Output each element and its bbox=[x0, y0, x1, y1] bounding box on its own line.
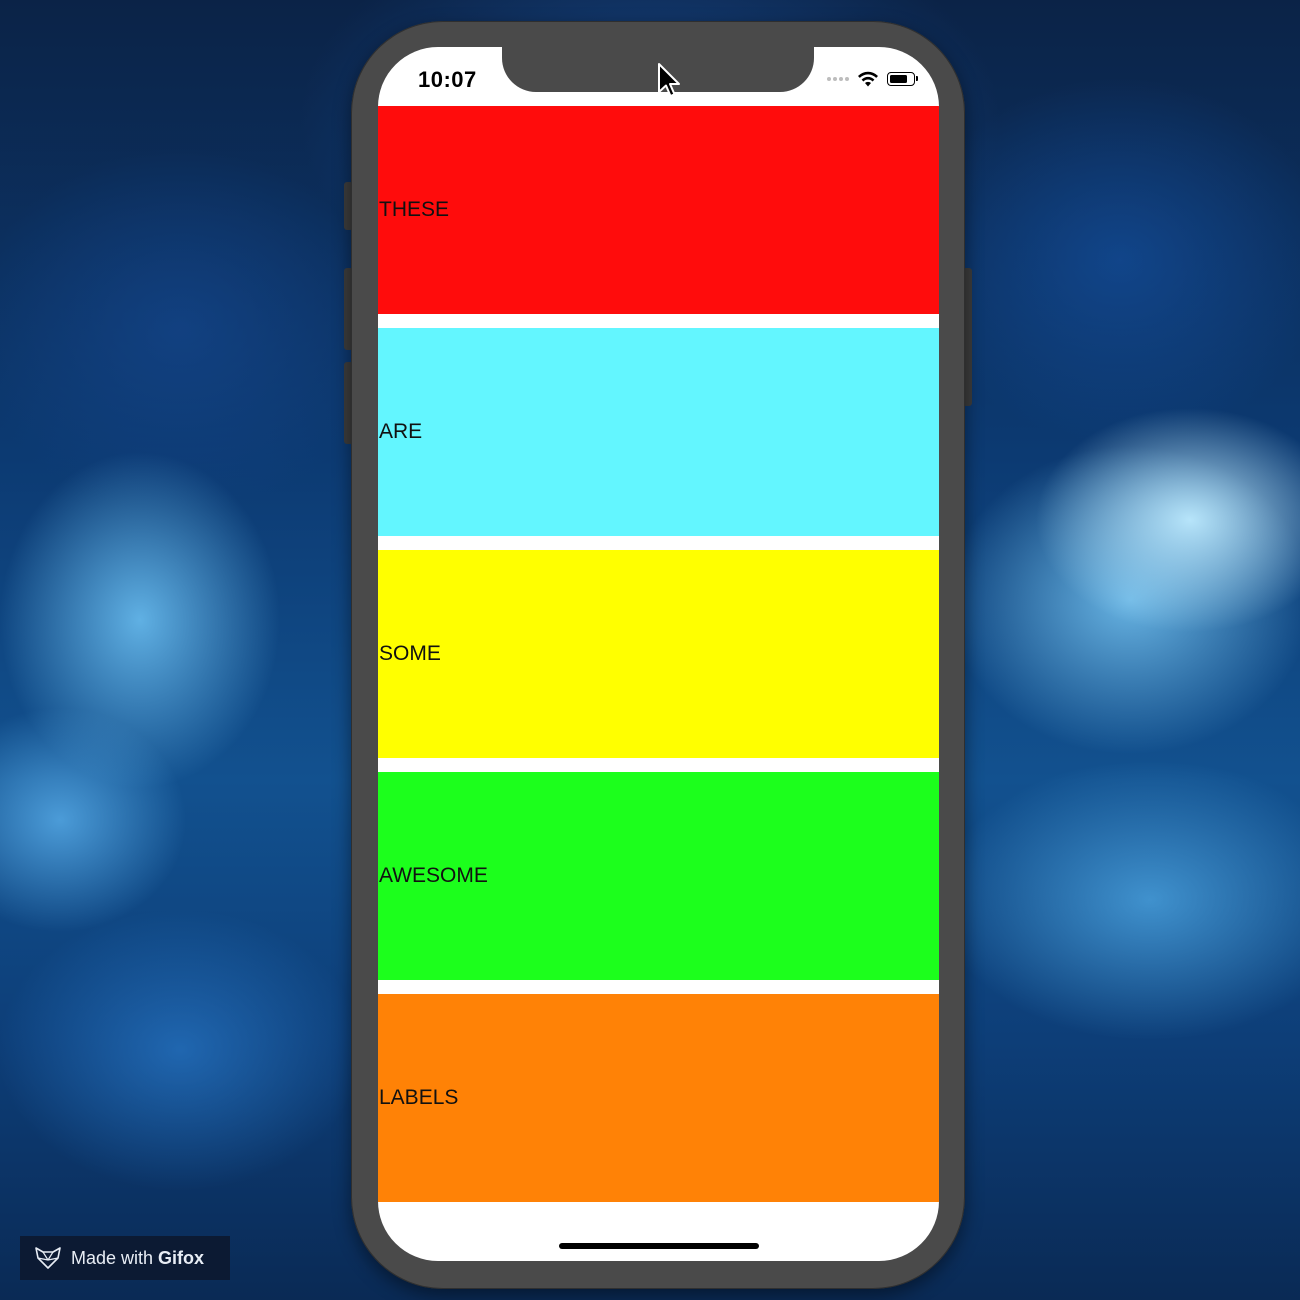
status-icons bbox=[827, 71, 918, 87]
label-row: AWESOME bbox=[378, 772, 939, 980]
status-time: 10:07 bbox=[418, 67, 477, 92]
phone-screen: 10:07 THESE ARE SOME AWESOME LABELS bbox=[378, 47, 939, 1261]
mouse-pointer-icon bbox=[658, 63, 680, 97]
label-row: SOME bbox=[378, 550, 939, 758]
label-row: ARE bbox=[378, 328, 939, 536]
gifox-watermark: Made with Gifox bbox=[20, 1236, 230, 1280]
row-label: AWESOME bbox=[379, 864, 488, 887]
label-row: LABELS bbox=[378, 994, 939, 1202]
watermark-brand: Gifox bbox=[158, 1247, 205, 1268]
gifox-fox-icon bbox=[35, 1247, 61, 1269]
cellular-signal-icon bbox=[827, 77, 849, 81]
row-label: THESE bbox=[379, 198, 450, 221]
home-indicator[interactable] bbox=[559, 1243, 759, 1249]
wifi-icon bbox=[858, 71, 878, 87]
row-label: ARE bbox=[379, 420, 423, 443]
row-label: SOME bbox=[379, 642, 441, 665]
label-row: THESE bbox=[378, 106, 939, 314]
watermark-text: Made with Gifox bbox=[71, 1248, 204, 1269]
battery-icon bbox=[887, 72, 918, 86]
watermark-prefix: Made with bbox=[71, 1247, 159, 1268]
row-label: LABELS bbox=[379, 1086, 459, 1109]
